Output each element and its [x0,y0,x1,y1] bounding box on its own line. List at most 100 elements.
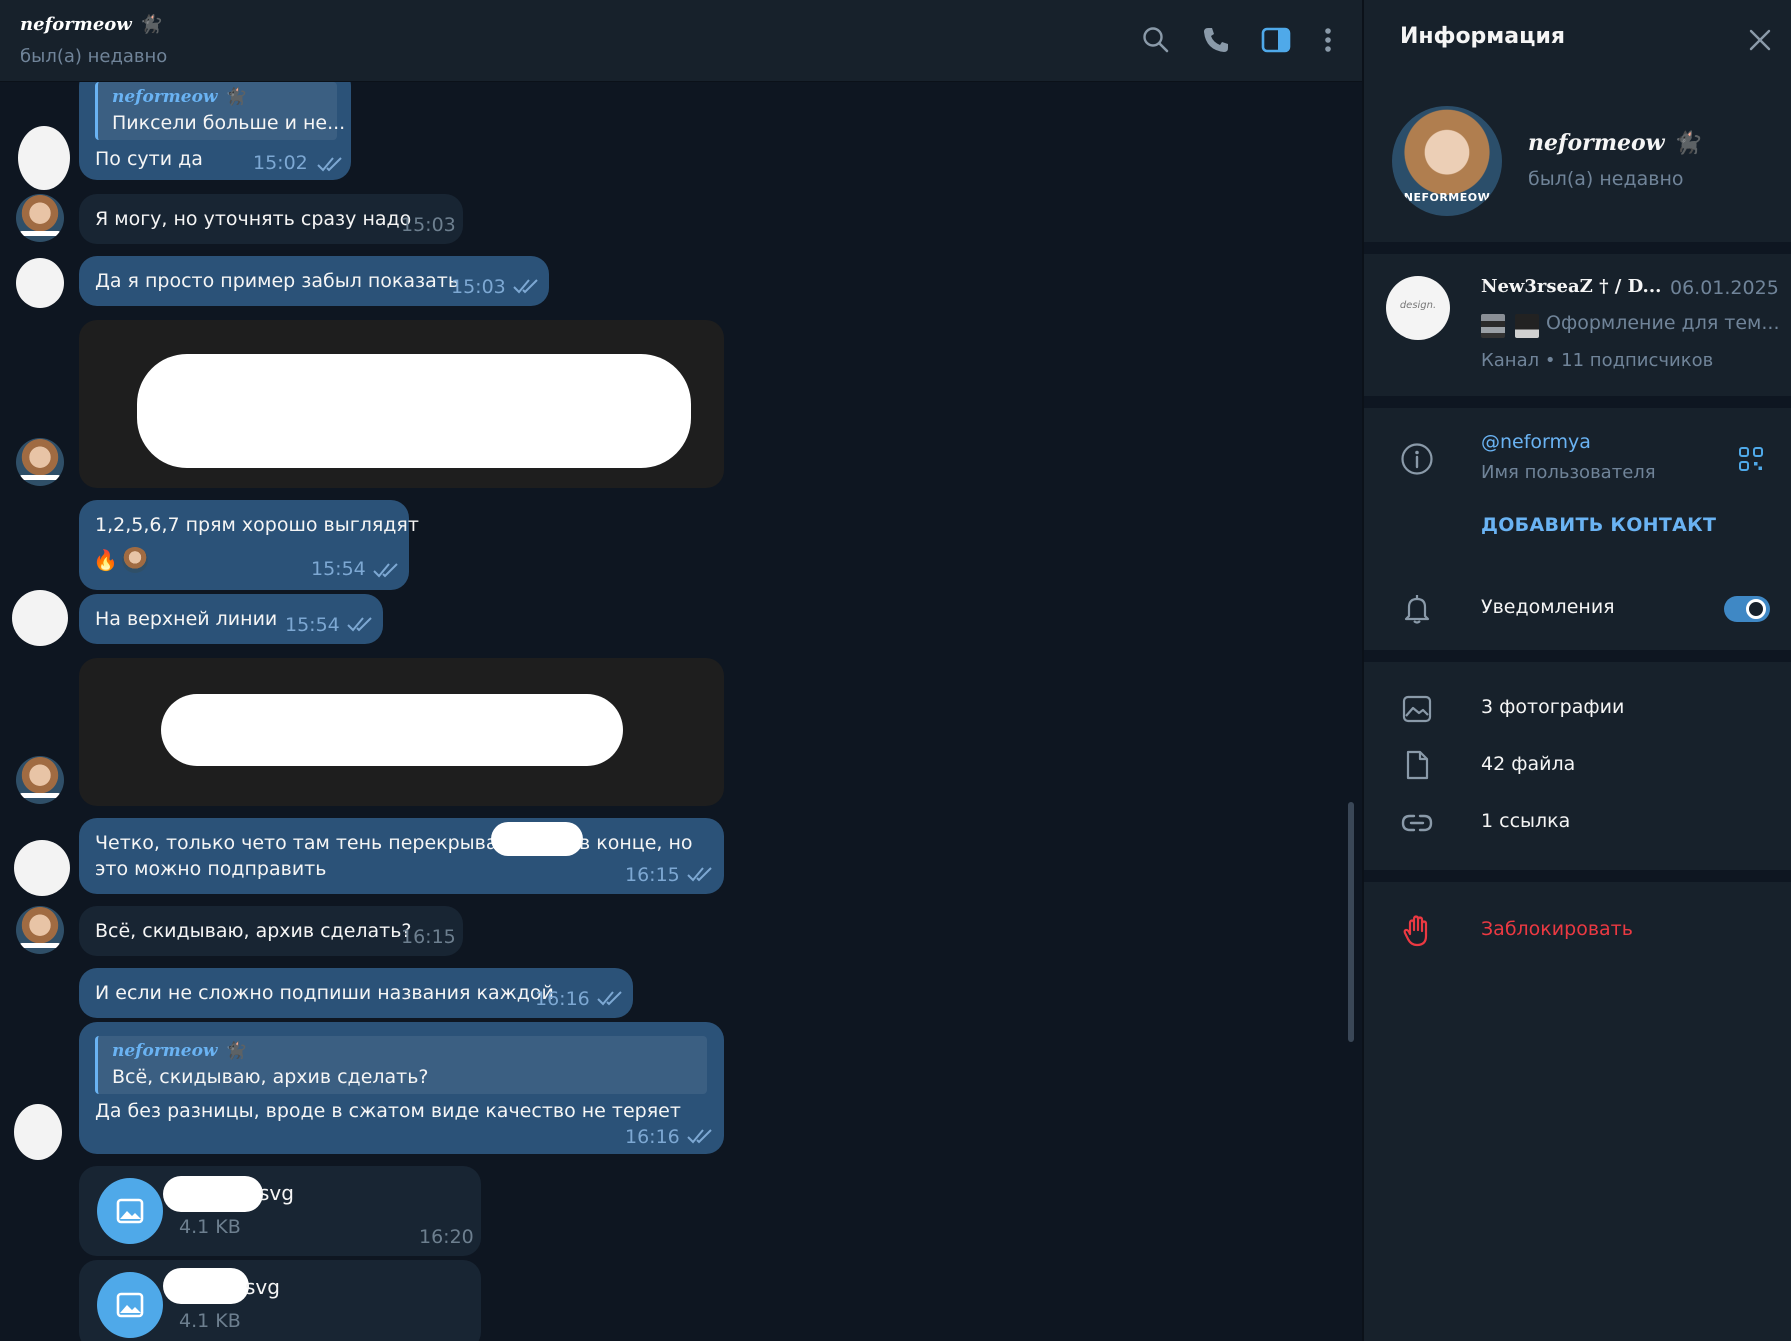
message-bubble[interactable]: Да я просто пример забыл показать 15:03 [79,256,549,306]
message-text: На верхней линии [95,608,278,630]
search-icon[interactable] [1140,24,1172,56]
message-time: 16:15 [401,926,456,948]
redacted-filename [163,1176,263,1212]
reaction-chip[interactable]: 🔥 [93,546,148,574]
message-list[interactable]: neformeow 🐈‍⬛ Пиксели больше и не... По … [0,82,1362,1341]
file-size: 4.1 KB [179,1310,241,1332]
image-message[interactable] [79,658,724,806]
reply-preview[interactable]: neformeow 🐈‍⬛ Всё, скидываю, архив сдела… [95,1036,707,1094]
scrollbar-thumb[interactable] [1348,802,1354,1042]
reactor-avatar [121,547,148,573]
message-bubble[interactable]: neformeow 🐈‍⬛ Пиксели больше и не... По … [79,82,351,180]
redacted-word [491,822,583,856]
info-icon [1401,443,1433,475]
redacted-filename [163,1268,249,1304]
channel-avatar-text: design. [1399,300,1437,311]
message-text: Я могу, но уточнять сразу надо [95,208,412,230]
message-bubble[interactable]: Я могу, но уточнять сразу надо 15:03 [79,194,463,244]
file-size: 4.1 KB [179,1216,241,1238]
channel-post-thumbnail [1515,314,1539,338]
username-label: Имя пользователя [1481,462,1656,483]
reply-text: Пиксели больше и не... [112,112,346,134]
channel-meta: Канал • 11 подписчиков [1481,350,1714,371]
avatar [18,126,70,190]
message-time: 15:03 [401,214,456,236]
image-file-icon[interactable] [97,1178,163,1244]
scrollbar[interactable] [1348,82,1354,1341]
double-check-icon [597,991,622,1006]
notifications-toggle[interactable] [1724,596,1770,622]
channel-name[interactable]: New3rseaZ † / D... [1481,276,1661,297]
avatar[interactable] [16,194,64,242]
chat-header[interactable]: neformeow 🐈‍⬛ был(а) недавно [0,0,1362,82]
image-message[interactable] [79,320,724,488]
message-time: 15:03 [451,276,506,298]
channel-date: 06.01.2025 [1670,277,1779,299]
image-file-icon[interactable] [97,1272,163,1338]
photos-count[interactable]: 3 фотографии [1481,696,1624,718]
avatar [14,1104,62,1160]
reply-preview[interactable]: neformeow 🐈‍⬛ Пиксели больше и не... [95,82,345,140]
avatar[interactable] [16,438,64,486]
info-panel: Информация NEFORMEOW neformeow 🐈‍⬛ был(а… [1364,0,1791,1341]
reply-author: neformeow 🐈‍⬛ [112,87,245,107]
file-message[interactable]: svg 4.1 KB [79,1260,481,1341]
redacted-area [161,694,623,766]
phone-icon[interactable] [1200,24,1232,56]
avatar[interactable] [16,756,64,804]
channel-avatar[interactable]: design. [1386,276,1450,340]
double-check-icon [687,1129,712,1144]
message-time: 16:20 [419,1226,474,1248]
profile-avatar[interactable]: NEFORMEOW [1392,106,1502,216]
section-separator [1364,870,1791,882]
message-time: 16:16 [535,988,590,1010]
more-vertical-icon[interactable] [1312,24,1344,56]
link-icon [1401,814,1433,832]
block-user-button[interactable]: Заблокировать [1481,918,1633,940]
chat-title[interactable]: neformeow 🐈‍⬛ [20,14,160,35]
avatar [12,590,68,646]
avatar[interactable] [16,906,64,954]
message-text: это можно подправить [95,858,327,880]
panel-title: Информация [1400,24,1565,49]
message-time: 16:16 [625,1126,680,1148]
block-hand-icon [1403,915,1428,947]
message-bubble[interactable]: Всё, скидываю, архив сделать? 16:15 [79,906,463,956]
message-text: Всё, скидываю, архив сделать? [95,920,412,942]
files-count[interactable]: 42 файла [1481,753,1575,775]
double-check-icon [513,279,538,294]
message-text: в конце, но [579,832,693,854]
avatar [16,258,64,308]
message-text: Четко, только чето там тень перекрывает [95,832,521,854]
channel-preview: Оформление для тем... [1546,312,1780,334]
sidebar-toggle-icon[interactable] [1260,24,1292,56]
double-check-icon [687,867,712,882]
double-check-icon [373,563,398,578]
message-bubble[interactable]: И если не сложно подпиши названия каждой… [79,968,633,1018]
avatar [14,840,70,896]
avatar-caption: NEFORMEOW [1403,191,1491,204]
profile-name: neformeow 🐈‍⬛ [1528,130,1700,156]
close-icon[interactable] [1748,28,1772,52]
message-bubble[interactable]: 1,2,5,6,7 прям хорошо выглядят 🔥 15:54 [79,500,419,590]
qr-code-icon[interactable] [1738,446,1764,472]
links-count[interactable]: 1 ссылка [1481,810,1570,832]
toggle-knob [1746,599,1766,619]
message-text: 1,2,5,6,7 прям хорошо выглядят [95,514,419,536]
image-icon [1402,695,1432,723]
double-check-icon [317,157,342,172]
message-text: И если не сложно подпиши названия каждой [95,982,554,1004]
file-message[interactable]: svg 4.1 KB 16:20 [79,1166,481,1256]
telegram-window: neformeow 🐈‍⬛ был(а) недавно neformeow 🐈… [0,0,1791,1341]
section-separator [1364,242,1791,254]
message-bubble[interactable]: Четко, только чето там тень перекрывает … [79,818,724,894]
username-link[interactable]: @neformya [1481,431,1591,453]
fire-reaction-icon: 🔥 [93,548,118,572]
message-time: 15:54 [285,614,340,636]
add-contact-button[interactable]: ДОБАВИТЬ КОНТАКТ [1481,514,1716,536]
message-bubble[interactable]: На верхней линии 15:54 [79,594,383,644]
file-name: svg [245,1275,280,1299]
message-bubble[interactable]: neformeow 🐈‍⬛ Всё, скидываю, архив сдела… [79,1022,724,1154]
redacted-area [137,354,691,468]
message-time: 15:54 [311,558,366,580]
